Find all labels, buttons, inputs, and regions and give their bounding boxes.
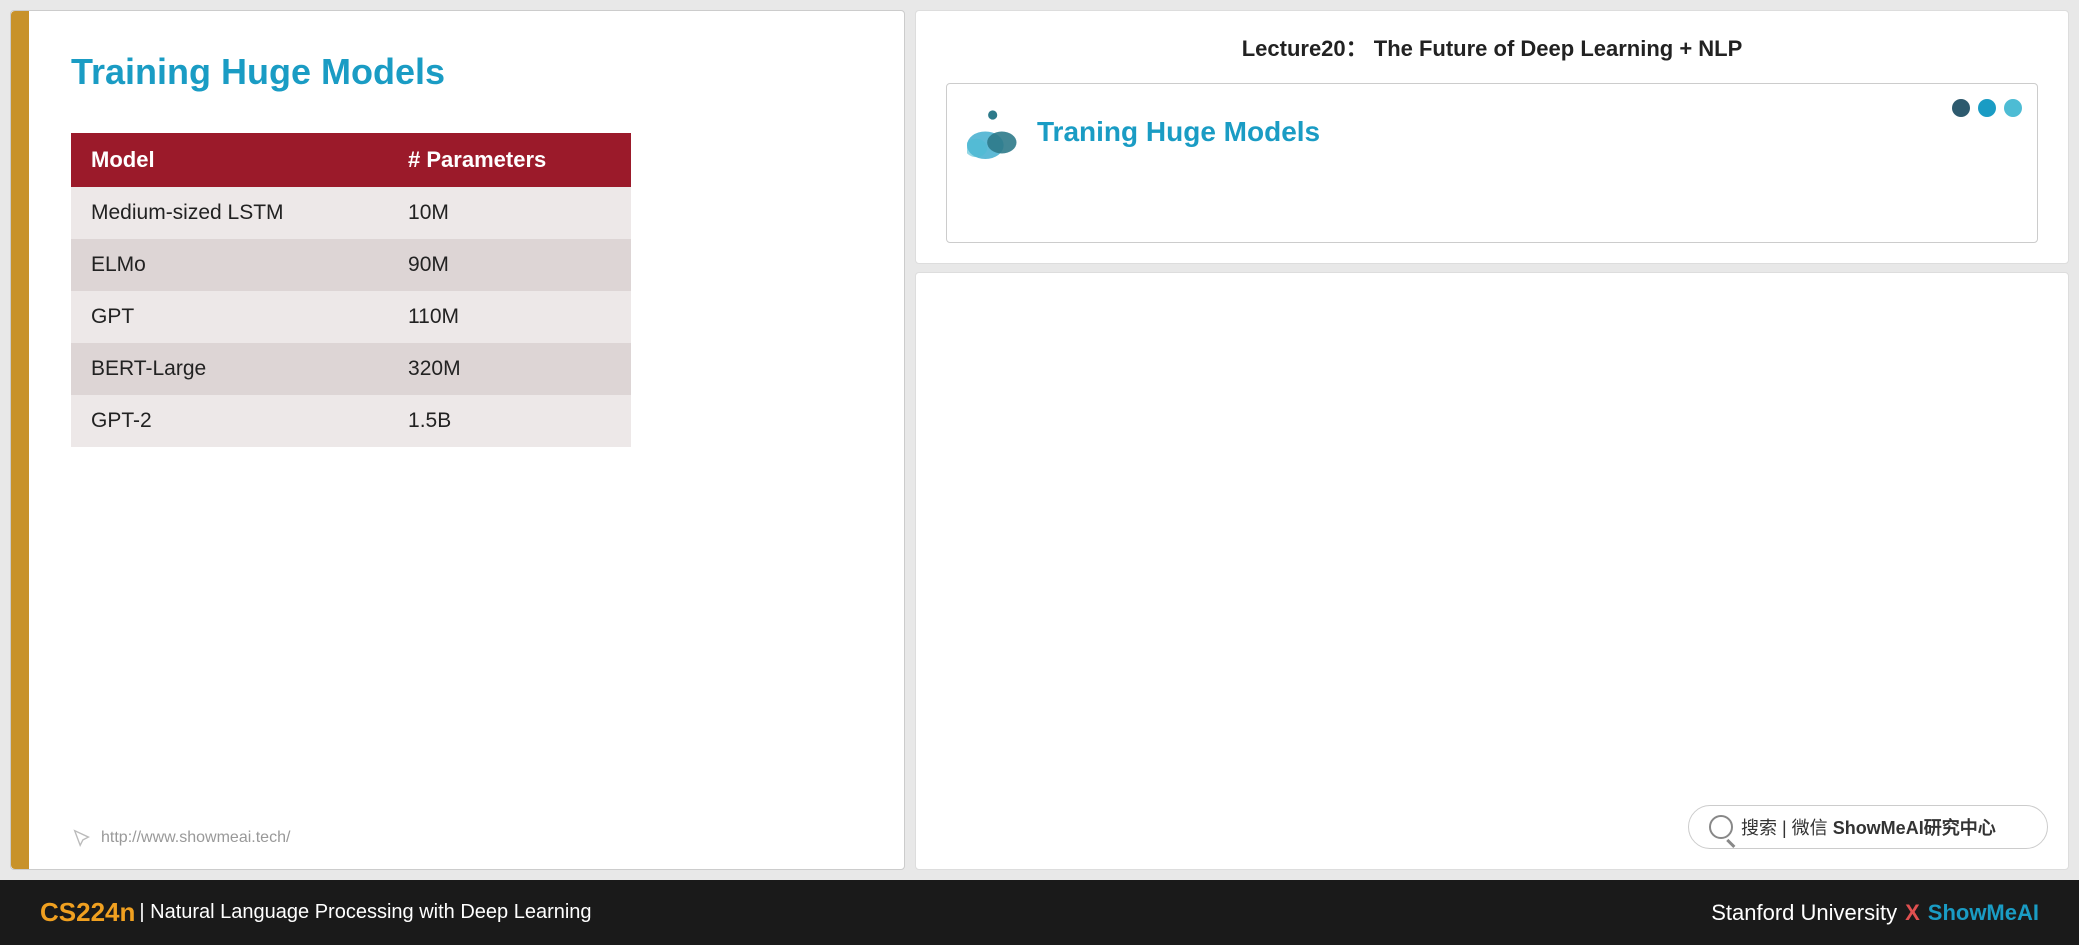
dot-2 [1978,99,1996,117]
footer-left: CS224n | Natural Language Processing wit… [40,897,592,928]
mini-slide-header: Traning Huge Models [967,104,2017,159]
model-cell: GPT-2 [71,395,388,447]
slide-dots [1952,99,2022,117]
params-cell: 320M [388,343,631,395]
model-cell: ELMo [71,239,388,291]
slide-footer: http://www.showmeai.tech/ [71,827,290,849]
search-box[interactable]: 搜索 | 微信 ShowMeAI研究中心 [1688,805,2048,849]
col-params-header: # Parameters [388,133,631,187]
params-cell: 110M [388,291,631,343]
showmeai-brand: ShowMeAI [1928,900,2039,926]
slide-accent-bar [11,11,29,869]
footer-right: Stanford University X ShowMeAI [1711,900,2039,926]
model-cell: BERT-Large [71,343,388,395]
slide-title: Training Huge Models [71,51,854,93]
footer-bar: CS224n | Natural Language Processing wit… [0,880,2079,945]
table-row: BERT-Large320M [71,343,631,395]
params-cell: 10M [388,187,631,239]
mini-slide: Traning Huge Models [946,83,2038,243]
university-name: Stanford University [1711,900,1897,926]
table-row: GPT-21.5B [71,395,631,447]
right-panel: Lecture20： The Future of Deep Learning +… [915,0,2079,880]
table-row: ELMo90M [71,239,631,291]
search-icon [1709,815,1733,839]
table-row: Medium-sized LSTM10M [71,187,631,239]
col-model-header: Model [71,133,388,187]
dot-1 [1952,99,1970,117]
dot-3 [2004,99,2022,117]
right-bottom-panel: 搜索 | 微信 ShowMeAI研究中心 [915,272,2069,870]
course-code: CS224n [40,897,135,928]
mountain-icon [967,104,1022,159]
course-description: | Natural Language Processing with Deep … [139,901,591,924]
lecture-title: Lecture20： The Future of Deep Learning +… [946,31,2038,63]
cursor-icon [71,827,93,849]
table-row: GPT110M [71,291,631,343]
model-cell: Medium-sized LSTM [71,187,388,239]
params-cell: 90M [388,239,631,291]
search-text: 搜索 | 微信 ShowMeAI研究中心 [1741,814,1996,840]
slide-panel: Training Huge Models Model # Parameters … [10,10,905,870]
model-table: Model # Parameters Medium-sized LSTM10ME… [71,133,631,447]
params-cell: 1.5B [388,395,631,447]
x-separator: X [1905,900,1920,926]
mini-slide-title: Traning Huge Models [1037,116,1320,148]
slide-url: http://www.showmeai.tech/ [101,829,290,847]
right-top-panel: Lecture20： The Future of Deep Learning +… [915,10,2069,264]
model-cell: GPT [71,291,388,343]
